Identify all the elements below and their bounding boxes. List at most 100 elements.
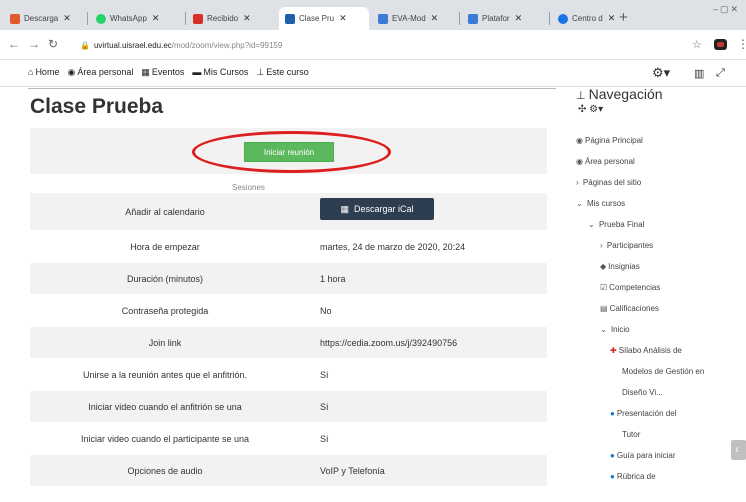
row-label: Contraseña protegida	[121, 305, 209, 316]
nav-home[interactable]: ⌂ Home	[28, 67, 59, 78]
close-icon[interactable]: ✕	[339, 13, 347, 24]
item-label: Rúbrica de	[616, 472, 656, 481]
lock-icon: 🔒	[80, 40, 90, 50]
sidebar-item-start-guide[interactable]: ● Guía para iniciar	[610, 451, 676, 460]
forward-arrow-icon[interactable]: →	[28, 37, 40, 51]
expand-icon[interactable]: ⤢	[716, 67, 725, 80]
download-ical-button[interactable]: ▦ Descargar iCal	[320, 198, 434, 220]
gear-icon[interactable]: ⚙▾	[589, 104, 603, 115]
row-label: Iniciar video cuando el participante se …	[80, 433, 250, 444]
content-border	[28, 88, 556, 89]
sitemap-icon: ⊥	[576, 90, 586, 102]
block-drawer-icon[interactable]: ▥	[694, 67, 704, 80]
sidebar-item-start-section[interactable]: ⌄ Inicio	[600, 325, 630, 334]
sidebar-item-syllabus[interactable]: ✚ Sílabo Análisis de	[610, 346, 682, 355]
sidebar-item-tutor-presentation[interactable]: ● Presentación del	[610, 409, 676, 418]
block-controls[interactable]: ✣ ⚙▾	[578, 104, 603, 115]
sidebar-item-badges[interactable]: ◆ Insignias	[600, 262, 640, 271]
item-label: Prueba Final	[598, 220, 645, 229]
url-path: /mod/zoom/view.php?id=99159	[171, 40, 283, 50]
nav-dashboard[interactable]: ◉ Área personal	[67, 67, 133, 78]
dashboard-icon: ◉	[576, 157, 583, 166]
site-navbar: ⌂ Home ◉ Área personal ▦ Eventos ▬ Mis Curso…	[0, 61, 746, 87]
sidebar-item-competencies[interactable]: ☑ Competencias	[600, 283, 660, 292]
grades-table-icon: ▤	[600, 304, 608, 313]
join-link[interactable]: https://cedia.zoom.us/j/392490756	[320, 327, 457, 358]
new-tab-button[interactable]: +	[619, 9, 628, 26]
chevron-down-icon: ⌄	[576, 199, 583, 208]
reload-icon[interactable]: ↻	[48, 37, 58, 51]
item-label: Competencias	[609, 283, 661, 292]
sidebar-item-participants[interactable]: › Participantes	[600, 241, 653, 250]
url-globe-icon: ●	[610, 451, 615, 460]
browser-tab[interactable]: Descarga ✕	[4, 7, 84, 30]
close-icon[interactable]: ✕	[515, 13, 523, 24]
browser-tab[interactable]: Platafor ✕	[462, 7, 546, 30]
sidebar-item-grades[interactable]: ▤ Calificaciones	[600, 304, 659, 313]
window-controls[interactable]: –▢✕	[713, 4, 740, 15]
nav-events[interactable]: ▦ Eventos	[141, 67, 184, 78]
sidebar-item-my-courses[interactable]: ⌄ Mis cursos	[576, 199, 625, 208]
item-label: Diseño Vi...	[622, 388, 663, 397]
close-icon[interactable]: ✕	[152, 13, 160, 24]
browser-tab[interactable]: Centro d ✕	[552, 7, 616, 30]
back-arrow-icon[interactable]: ←	[8, 37, 20, 51]
browser-tab[interactable]: WhatsApp ✕	[90, 7, 182, 30]
item-label: Páginas del sitio	[582, 178, 642, 187]
browser-tab[interactable]: EVA-Mod ✕	[372, 7, 456, 30]
close-icon[interactable]: ✕	[243, 13, 251, 24]
sidebar-item-home[interactable]: ◉ Página Principal	[576, 136, 643, 145]
nav-this-course[interactable]: ⊥ Este curso	[256, 67, 308, 78]
row-value: martes, 24 de marzo de 2020, 20:24	[320, 241, 466, 252]
url-field[interactable]: 🔒 uvirtual.uisrael.edu.ec/mod/zoom/view.…	[80, 35, 640, 55]
browser-tab-active[interactable]: Clase Pru ✕	[279, 7, 369, 30]
table-row: Duración (minutos) 1 hora	[30, 262, 547, 294]
browser-tab[interactable]: Recibido ✕	[187, 7, 275, 30]
nav-label: Eventos	[151, 67, 185, 77]
sidebar-item-rubric[interactable]: ● Rúbrica de	[610, 472, 656, 481]
nav-label: Área personal	[77, 67, 134, 77]
row-value: Sí	[320, 401, 329, 412]
home-icon: ⌂	[28, 67, 34, 77]
address-bar: ← → ↻ 🔒 uvirtual.uisrael.edu.ec/mod/zoom…	[0, 30, 746, 60]
sidebar-item-tutor-cont: Tutor	[622, 430, 640, 439]
tab-favicon-icon	[468, 13, 478, 24]
table-row: Unirse a la reunión antes que el anfitri…	[30, 358, 547, 390]
row-label: Join link	[148, 337, 182, 348]
move-icon[interactable]: ✣	[578, 104, 586, 115]
tab-label: Recibido	[207, 14, 239, 23]
tab-label: Centro d	[572, 14, 603, 23]
sitemap-icon: ⊥	[256, 67, 265, 77]
url-host: uvirtual.uisrael.edu.ec	[93, 40, 172, 50]
sidebar-item-syllabus-cont: Diseño Vi...	[622, 388, 663, 397]
checkbox-icon: ☑	[600, 283, 608, 292]
extension-icon[interactable]	[714, 39, 727, 50]
moodle-icon	[285, 13, 295, 24]
pdf-icon: ✚	[610, 346, 617, 355]
close-icon[interactable]: ✕	[63, 13, 71, 24]
sidebar-item-site-pages[interactable]: › Páginas del sitio	[576, 178, 641, 187]
row-label: Unirse a la reunión antes que el anfitri…	[82, 369, 248, 380]
tab-label: Clase Pru	[299, 14, 335, 23]
collapse-sidebar-button[interactable]	[731, 440, 746, 460]
close-icon[interactable]: ✕	[431, 13, 439, 24]
dashboard-icon: ◉	[67, 67, 76, 77]
browser-menu-icon[interactable]: ⋮	[737, 37, 746, 51]
row-label: Opciones de audio	[127, 465, 203, 476]
item-label: Participantes	[606, 241, 654, 250]
whatsapp-icon	[96, 13, 106, 24]
sidebar-item-dashboard[interactable]: ◉ Área personal	[576, 157, 635, 166]
url-globe-icon: ●	[610, 472, 615, 481]
settings-gear-icon[interactable]: ⚙▾	[652, 65, 670, 81]
chevron-down-icon: ⌄	[600, 325, 607, 334]
item-label: Tutor	[622, 430, 641, 439]
row-label: Añadir al calendario	[125, 206, 205, 217]
sidebar-item-course[interactable]: ⌄ Prueba Final	[588, 220, 644, 229]
bookmark-star-icon[interactable]: ☆	[692, 38, 702, 51]
gmail-icon	[193, 13, 203, 24]
close-icon[interactable]: ✕	[608, 13, 616, 24]
table-row: Contraseña protegida No	[30, 294, 547, 326]
nav-my-courses[interactable]: ▬ Mis Cursos	[192, 67, 248, 78]
start-meeting-row: Iniciar reunión	[30, 127, 547, 174]
nav-label: Home	[35, 67, 60, 77]
